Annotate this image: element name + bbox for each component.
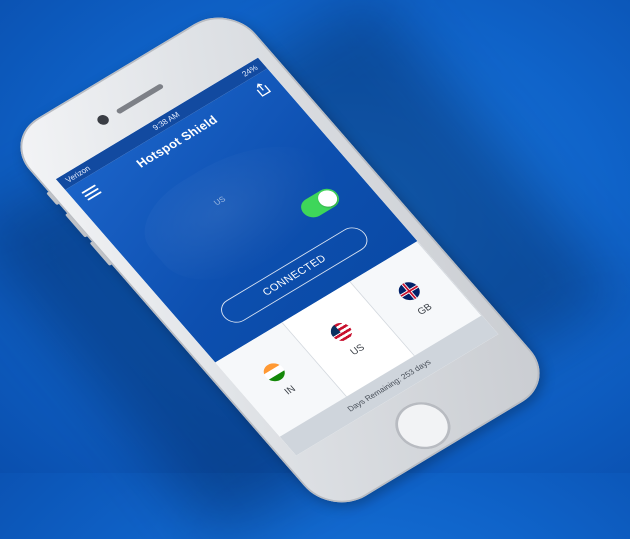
flag-india-icon — [259, 359, 290, 385]
hamburger-menu-icon[interactable] — [81, 184, 102, 201]
country-code: US — [348, 342, 367, 358]
flag-usa-icon — [327, 319, 357, 345]
flag-uk-icon — [394, 278, 424, 304]
share-icon[interactable] — [251, 79, 274, 98]
country-code: GB — [415, 301, 435, 318]
country-code: IN — [282, 383, 298, 397]
